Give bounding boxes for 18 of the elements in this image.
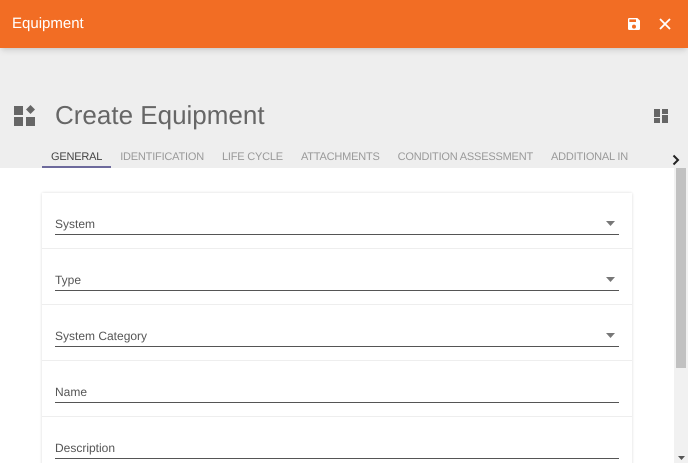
save-icon[interactable] [626, 16, 642, 32]
input-field[interactable]: Description [55, 437, 619, 459]
dropdown-arrow-icon [606, 277, 615, 282]
select-field[interactable]: System Category [55, 325, 619, 347]
scrollbar[interactable] [674, 168, 688, 463]
select-field[interactable]: Type [55, 269, 619, 291]
tab[interactable]: GENERAL [42, 149, 112, 168]
input-field[interactable]: Name [55, 381, 619, 403]
page-title: Create Equipment [55, 99, 265, 132]
dashboard-icon[interactable] [654, 108, 668, 122]
dropdown-arrow-icon [606, 221, 615, 226]
scroll-down-icon[interactable] [678, 456, 684, 460]
select-field[interactable]: System [55, 213, 619, 235]
chevron-right-icon[interactable] [672, 154, 680, 166]
dropdown-arrow-icon [606, 333, 615, 338]
widgets-icon [14, 105, 35, 126]
window-title: Equipment [12, 14, 84, 34]
close-icon[interactable] [658, 17, 672, 31]
